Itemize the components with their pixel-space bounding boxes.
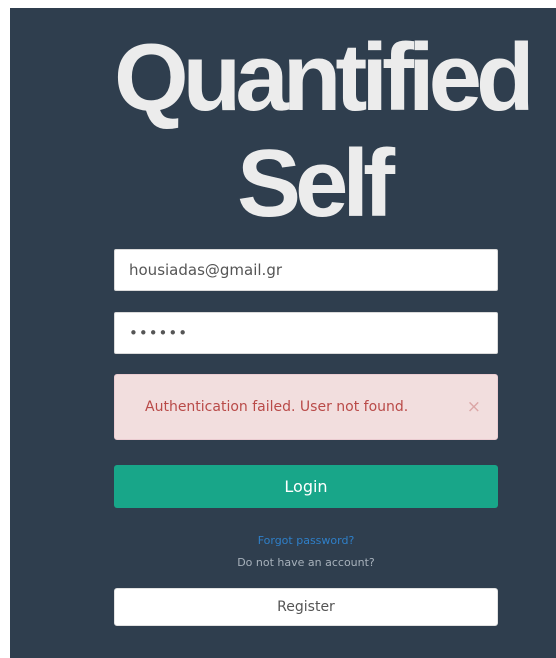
forgot-password-link[interactable]: Forgot password?: [114, 534, 498, 547]
login-button[interactable]: Login: [114, 465, 498, 508]
error-alert: Authentication failed. User not found. ×: [114, 374, 498, 440]
register-button[interactable]: Register: [114, 588, 498, 626]
password-input[interactable]: [114, 312, 498, 354]
close-icon[interactable]: ×: [467, 375, 481, 439]
logo-line-1: Quantified: [114, 24, 535, 131]
logo-line-2: Self: [236, 130, 395, 237]
alert-message: Authentication failed. User not found.: [145, 399, 409, 415]
login-panel: Quantified Self Authentication failed. U…: [10, 8, 556, 658]
no-account-text: Do not have an account?: [237, 556, 375, 569]
email-input[interactable]: [114, 249, 498, 291]
